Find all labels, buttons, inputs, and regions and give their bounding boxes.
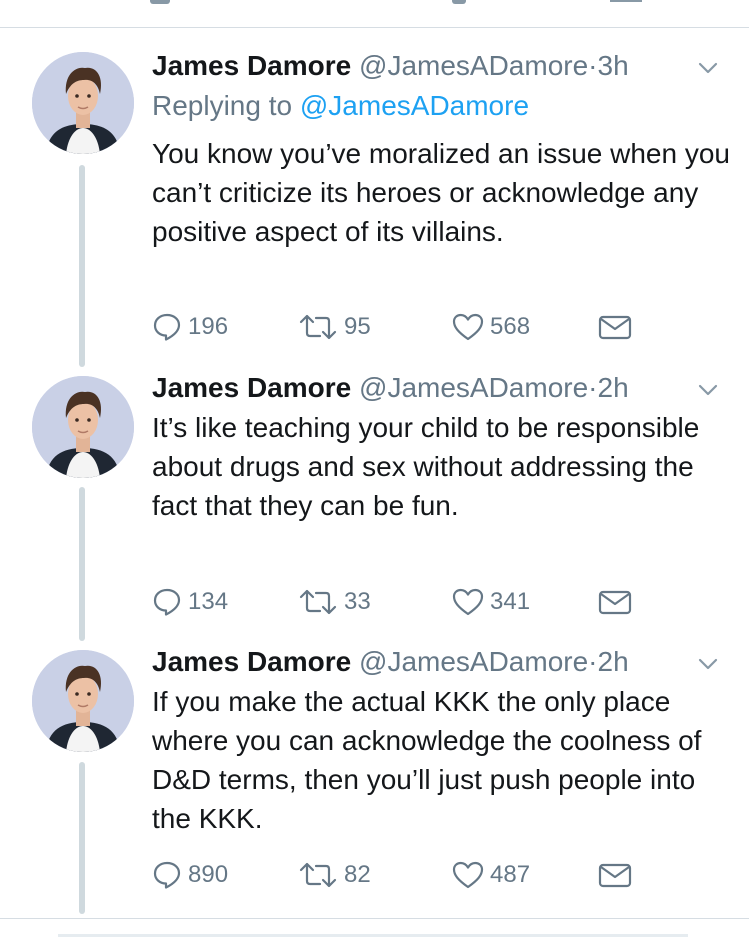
replying-to-label: Replying to bbox=[152, 90, 293, 121]
display-name[interactable]: James Damore bbox=[152, 646, 351, 677]
like-count: 568 bbox=[490, 313, 531, 340]
retweet-icon bbox=[299, 314, 337, 340]
tweet-actions: 196 95 568 bbox=[152, 310, 652, 344]
reply-icon bbox=[153, 861, 181, 889]
direct-message-button[interactable] bbox=[598, 310, 632, 344]
sliver-mark bbox=[452, 0, 466, 4]
thread-connector-line bbox=[79, 165, 85, 367]
like-button[interactable]: 341 bbox=[452, 585, 530, 619]
tweet-text: You know you’ve moralized an issue when … bbox=[152, 138, 730, 247]
avatar[interactable] bbox=[32, 650, 134, 752]
avatar[interactable] bbox=[32, 376, 134, 478]
retweet-count: 95 bbox=[344, 313, 371, 340]
tweet-header: James Damore @JamesADamore·2h bbox=[152, 644, 722, 680]
chevron-down-icon[interactable] bbox=[697, 656, 719, 672]
replying-to-mention[interactable]: @JamesADamore bbox=[300, 90, 529, 121]
thread-connector-line bbox=[79, 487, 85, 641]
like-count: 341 bbox=[490, 588, 531, 615]
tweet-header: James Damore @JamesADamore·2h bbox=[152, 370, 722, 406]
envelope-icon bbox=[598, 315, 632, 340]
reply-count: 196 bbox=[188, 313, 229, 340]
avatar-image bbox=[32, 650, 134, 752]
user-handle[interactable]: @JamesADamore bbox=[359, 646, 588, 677]
like-button[interactable]: 568 bbox=[452, 310, 530, 344]
top-divider bbox=[0, 27, 749, 28]
retweet-button[interactable]: 95 bbox=[298, 310, 371, 344]
reply-icon bbox=[153, 588, 181, 616]
separator-dot: · bbox=[588, 646, 598, 677]
reply-count: 134 bbox=[188, 588, 229, 615]
tweet-text: If you make the actual KKK the only plac… bbox=[152, 686, 702, 834]
chevron-down-icon[interactable] bbox=[697, 60, 719, 76]
bottom-divider bbox=[0, 918, 749, 919]
direct-message-button[interactable] bbox=[598, 585, 632, 619]
envelope-icon bbox=[598, 590, 632, 615]
tweet-actions: 890 82 487 bbox=[152, 858, 652, 892]
separator-dot: · bbox=[588, 50, 598, 81]
replying-to: Replying to @JamesADamore bbox=[152, 88, 529, 124]
reply-button[interactable]: 890 bbox=[152, 858, 228, 892]
avatar-image bbox=[32, 52, 134, 154]
envelope-icon bbox=[598, 863, 632, 888]
timestamp[interactable]: 3h bbox=[598, 50, 629, 81]
timestamp[interactable]: 2h bbox=[598, 372, 629, 403]
heart-icon bbox=[452, 313, 484, 341]
display-name[interactable]: James Damore bbox=[152, 50, 351, 81]
heart-icon bbox=[452, 588, 484, 616]
reply-button[interactable]: 196 bbox=[152, 310, 228, 344]
retweet-icon bbox=[299, 862, 337, 888]
reply-count: 890 bbox=[188, 861, 229, 888]
retweet-count: 33 bbox=[344, 588, 371, 615]
display-name[interactable]: James Damore bbox=[152, 372, 351, 403]
sliver-mark bbox=[610, 0, 642, 2]
heart-icon bbox=[452, 861, 484, 889]
user-handle[interactable]: @JamesADamore bbox=[359, 372, 588, 403]
like-button[interactable]: 487 bbox=[452, 858, 530, 892]
separator-dot: · bbox=[588, 372, 598, 403]
reply-button[interactable]: 134 bbox=[152, 585, 228, 619]
sliver-mark bbox=[150, 0, 170, 4]
tweet-actions: 134 33 341 bbox=[152, 585, 652, 619]
chevron-down-icon[interactable] bbox=[697, 382, 719, 398]
retweet-button[interactable]: 33 bbox=[298, 585, 371, 619]
avatar[interactable] bbox=[32, 52, 134, 154]
retweet-count: 82 bbox=[344, 861, 371, 888]
thread-connector-line bbox=[79, 762, 85, 914]
avatar-image bbox=[32, 376, 134, 478]
timestamp[interactable]: 2h bbox=[598, 646, 629, 677]
direct-message-button[interactable] bbox=[598, 858, 632, 892]
user-handle[interactable]: @JamesADamore bbox=[359, 50, 588, 81]
previous-tweet-actions-sliver bbox=[0, 0, 749, 6]
retweet-button[interactable]: 82 bbox=[298, 858, 371, 892]
tweet-text: It’s like teaching your child to be resp… bbox=[152, 412, 700, 521]
like-count: 487 bbox=[490, 861, 531, 888]
reply-icon bbox=[153, 313, 181, 341]
tweet-header: James Damore @JamesADamore·3h bbox=[152, 48, 722, 84]
retweet-icon bbox=[299, 589, 337, 615]
